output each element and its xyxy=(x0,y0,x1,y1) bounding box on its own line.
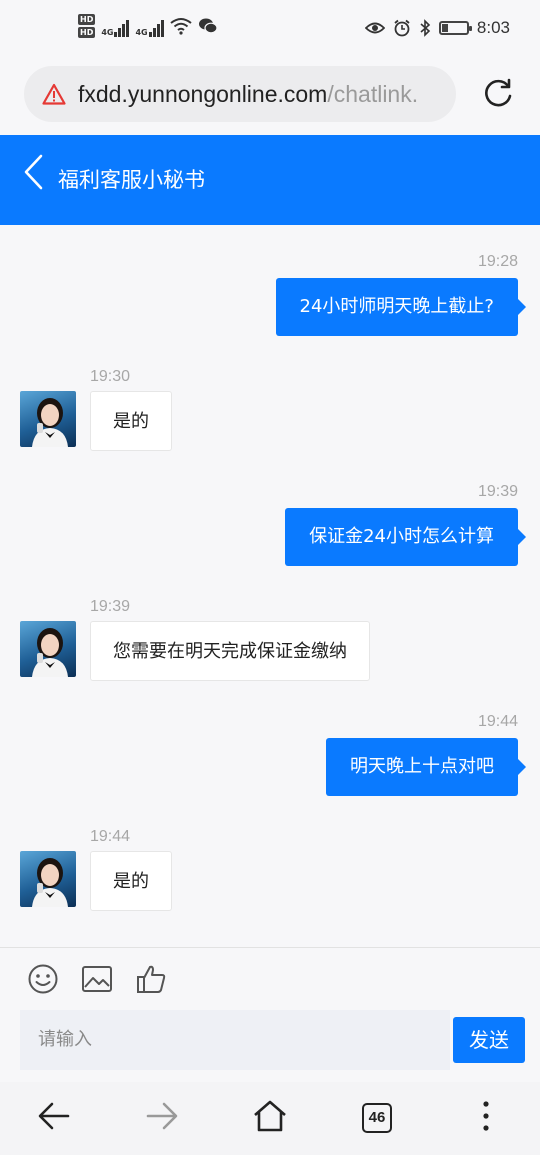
home-icon[interactable] xyxy=(252,1098,288,1134)
page-title: 福利客服小秘书 xyxy=(58,168,205,192)
image-icon[interactable] xyxy=(81,963,113,995)
tabs-icon[interactable]: 46 xyxy=(362,1103,392,1133)
eye-icon xyxy=(364,22,385,34)
hd-badges: HD HD xyxy=(78,14,96,38)
status-bar: HD HD 4G 4G 8:03 xyxy=(0,0,540,62)
url-text[interactable]: fxdd.yunnongonline.com/chatlink. xyxy=(78,81,418,108)
incoming-message[interactable]: 您需要在明天完成保证金缴纳 xyxy=(90,621,370,681)
signal-icon-1: 4G xyxy=(101,15,130,37)
signal-icon-2: 4G xyxy=(135,15,164,37)
agent-avatar[interactable] xyxy=(20,391,76,447)
send-button[interactable]: 发送 xyxy=(453,1017,525,1063)
url-host: fxdd.yunnongonline.com xyxy=(78,80,328,107)
message-timestamp: 19:44 xyxy=(477,713,518,730)
smiley-icon[interactable] xyxy=(27,963,59,995)
message-timestamp: 19:39 xyxy=(477,483,518,500)
signal-label-2: 4G xyxy=(135,28,148,37)
status-left: HD HD 4G 4G xyxy=(78,14,218,38)
outgoing-message[interactable]: 24小时师明天晚上截止? xyxy=(275,278,527,336)
wifi-icon xyxy=(170,18,192,35)
incoming-message[interactable]: 是的 xyxy=(90,851,172,911)
thumbs-up-icon[interactable] xyxy=(135,963,167,995)
incoming-message[interactable]: 是的 xyxy=(90,391,172,451)
forward-arrow-icon[interactable] xyxy=(144,1098,180,1134)
alarm-icon xyxy=(394,19,410,37)
agent-avatar[interactable] xyxy=(20,851,76,907)
message-timestamp: 19:39 xyxy=(90,598,131,615)
outgoing-message[interactable]: 明天晚上十点对吧 xyxy=(326,738,526,796)
signal-label-1: 4G xyxy=(101,28,114,37)
chat-area[interactable]: 19:28 24小时师明天晚上截止? 19:30 是的 19:39 保证金24小… xyxy=(0,225,540,947)
reload-icon[interactable] xyxy=(480,76,516,112)
outgoing-message[interactable]: 保证金24小时怎么计算 xyxy=(285,508,526,566)
more-icon[interactable] xyxy=(468,1098,504,1134)
message-timestamp: 19:30 xyxy=(90,368,131,385)
url-path: /chatlink. xyxy=(327,80,419,107)
bluetooth-icon xyxy=(420,19,431,37)
wechat-icon xyxy=(198,18,218,34)
status-right: 8:03 xyxy=(364,18,510,38)
back-arrow-icon[interactable] xyxy=(36,1098,72,1134)
battery-level xyxy=(441,24,448,32)
message-timestamp: 19:44 xyxy=(90,828,131,845)
hd-badge-1: HD xyxy=(78,14,96,25)
status-time: 8:03 xyxy=(476,18,510,37)
message-input[interactable]: 请输入 xyxy=(20,1010,450,1070)
message-timestamp: 19:28 xyxy=(477,253,518,270)
url-bar[interactable]: fxdd.yunnongonline.com/chatlink. xyxy=(24,66,456,122)
composer-divider xyxy=(0,947,540,948)
battery-icon xyxy=(438,21,472,35)
agent-avatar[interactable] xyxy=(20,621,76,677)
warning-triangle-icon[interactable] xyxy=(42,83,66,105)
hd-badge-2: HD xyxy=(78,27,96,38)
chevron-left-icon[interactable] xyxy=(22,154,44,190)
